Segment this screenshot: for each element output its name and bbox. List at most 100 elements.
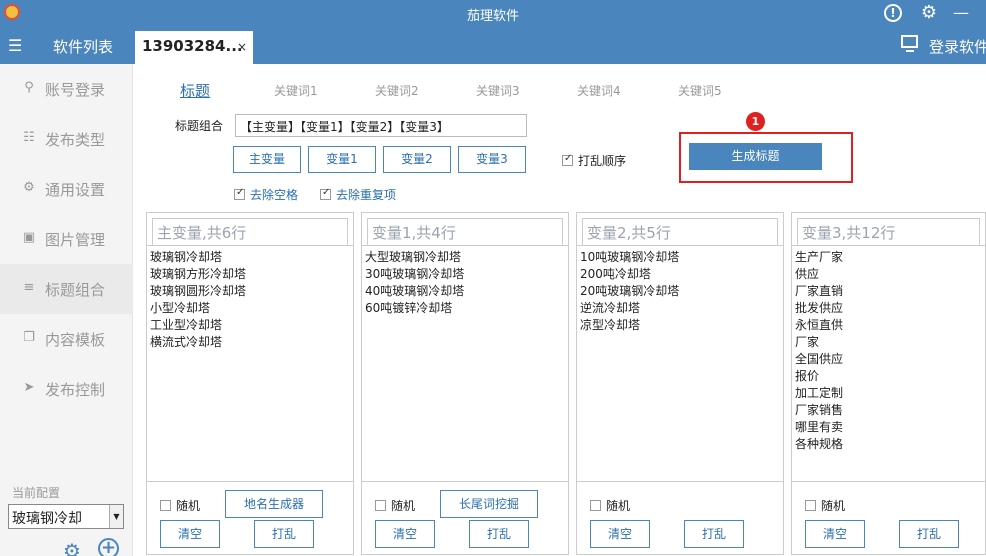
clear-button[interactable]: 清空 bbox=[805, 520, 865, 548]
insert-var3-button[interactable]: 变量3 bbox=[458, 146, 526, 173]
layers-icon: ≡ bbox=[23, 280, 35, 295]
panel-list[interactable]: 大型玻璃钢冷却塔 30吨玻璃钢冷却塔 40吨玻璃钢冷却塔 60吨镀锌冷却塔 bbox=[362, 245, 568, 482]
checkbox-box[interactable] bbox=[375, 500, 386, 511]
panel-list[interactable]: 生产厂家 供应 厂家直销 批发供应 永恒直供 厂家 全国供应 报价 加工定制 厂… bbox=[792, 245, 985, 482]
software-list-link[interactable]: 软件列表 bbox=[53, 36, 113, 57]
top-navbar: ☰ 软件列表 13903284... × 登录软件 bbox=[0, 27, 986, 64]
place-name-generator-button[interactable]: 地名生成器 bbox=[225, 490, 323, 518]
tab-account-label: 13903284... bbox=[142, 37, 243, 55]
list-item: 各种规格 bbox=[795, 437, 844, 451]
menu-icon[interactable]: ☰ bbox=[8, 36, 22, 55]
panel-header: 变量3,共12行 bbox=[797, 218, 980, 245]
panel-header: 主变量,共6行 bbox=[152, 218, 348, 245]
checkbox-box[interactable] bbox=[160, 500, 171, 511]
clear-button[interactable]: 清空 bbox=[590, 520, 650, 548]
list-item: 厂家 bbox=[795, 335, 820, 349]
sidebar-item-content-template[interactable]: ❐ 内容模板 bbox=[0, 314, 133, 364]
list-item: 凉型冷却塔 bbox=[580, 318, 641, 332]
minimize-icon[interactable]: — bbox=[950, 3, 972, 23]
tab-title[interactable]: 标题 bbox=[180, 80, 210, 101]
list-item: 哪里有卖 bbox=[795, 420, 844, 434]
close-icon[interactable]: × bbox=[237, 40, 247, 54]
random-checkbox[interactable]: 随机 bbox=[805, 497, 845, 514]
sidebar-item-label: 发布控制 bbox=[45, 381, 106, 399]
title-combo-input[interactable]: 【主变量】【变量1】【变量2】【变量3】 bbox=[235, 114, 527, 137]
tab-account[interactable]: 13903284... × bbox=[135, 31, 253, 64]
var1-panel: 变量1,共4行 大型玻璃钢冷却塔 30吨玻璃钢冷却塔 40吨玻璃钢冷却塔 60吨… bbox=[361, 212, 569, 555]
list-item: 批发供应 bbox=[795, 301, 844, 315]
sidebar-item-label: 图片管理 bbox=[45, 231, 106, 249]
checkbox-box[interactable] bbox=[805, 500, 816, 511]
panel-header: 变量2,共5行 bbox=[582, 218, 778, 245]
config-select-value: 玻璃钢冷却 bbox=[12, 511, 82, 527]
remove-space-checkbox[interactable]: 去除空格 bbox=[234, 186, 298, 203]
shuffle-order-label: 打乱顺序 bbox=[578, 154, 627, 168]
panel-list[interactable]: 10吨玻璃钢冷却塔 200吨冷却塔 20吨玻璃钢冷却塔 逆流冷却塔 凉型冷却塔 bbox=[577, 245, 783, 482]
checkbox-box[interactable] bbox=[320, 187, 331, 200]
list-icon: ☷ bbox=[23, 130, 35, 145]
sidebar-item-publish-type[interactable]: ☷ 发布类型 bbox=[0, 114, 133, 164]
tab-keyword-3[interactable]: 关键词3 bbox=[476, 82, 520, 99]
random-checkbox[interactable]: 随机 bbox=[590, 497, 630, 514]
insert-main-var-button[interactable]: 主变量 bbox=[233, 146, 301, 173]
generate-title-button[interactable]: 生成标题 bbox=[689, 143, 822, 170]
tab-keyword-1[interactable]: 关键词1 bbox=[274, 82, 318, 99]
clear-button[interactable]: 清空 bbox=[375, 520, 435, 548]
shuffle-order-checkbox[interactable]: 打乱顺序 bbox=[562, 152, 626, 169]
login-software-link[interactable]: 登录软件 bbox=[929, 36, 986, 57]
sidebar-item-image-management[interactable]: ▣ 图片管理 bbox=[0, 214, 133, 264]
shuffle-button[interactable]: 打乱 bbox=[254, 520, 314, 548]
info-icon[interactable]: ! bbox=[884, 4, 902, 22]
list-item: 报价 bbox=[795, 369, 820, 383]
random-checkbox[interactable]: 随机 bbox=[160, 497, 200, 514]
list-item: 工业型冷却塔 bbox=[150, 318, 223, 332]
random-checkbox[interactable]: 随机 bbox=[375, 497, 415, 514]
sidebar-item-general-settings[interactable]: ⚙ 通用设置 bbox=[0, 164, 133, 214]
random-label: 随机 bbox=[176, 499, 201, 513]
tab-keyword-2[interactable]: 关键词2 bbox=[375, 82, 419, 99]
sidebar-item-label: 内容模板 bbox=[45, 331, 106, 349]
step-badge: 1 bbox=[746, 112, 765, 131]
list-item: 30吨玻璃钢冷却塔 bbox=[365, 267, 465, 281]
random-label: 随机 bbox=[606, 499, 631, 513]
list-item: 200吨冷却塔 bbox=[580, 267, 651, 281]
settings-gear-icon[interactable]: ⚙ bbox=[918, 3, 940, 23]
var2-panel: 变量2,共5行 10吨玻璃钢冷却塔 200吨冷却塔 20吨玻璃钢冷却塔 逆流冷却… bbox=[576, 212, 784, 555]
checkbox-box[interactable] bbox=[590, 500, 601, 511]
window-titlebar: 茄理软件 ! ⚙ — bbox=[0, 0, 986, 27]
panel-header: 变量1,共4行 bbox=[367, 218, 563, 245]
clear-button[interactable]: 清空 bbox=[160, 520, 220, 548]
insert-var1-button[interactable]: 变量1 bbox=[308, 146, 376, 173]
insert-var2-button[interactable]: 变量2 bbox=[383, 146, 451, 173]
list-item: 60吨镀锌冷却塔 bbox=[365, 301, 453, 315]
app-title: 茄理软件 bbox=[466, 9, 519, 24]
sidebar-item-publish-control[interactable]: ➤ 发布控制 bbox=[0, 364, 133, 414]
long-tail-keyword-button[interactable]: 长尾词挖掘 bbox=[440, 490, 538, 518]
config-select[interactable]: 玻璃钢冷却 ▼ bbox=[8, 504, 124, 529]
send-icon: ➤ bbox=[23, 380, 35, 395]
list-item: 全国供应 bbox=[795, 352, 844, 366]
tab-keyword-4[interactable]: 关键词4 bbox=[577, 82, 621, 99]
shuffle-button[interactable]: 打乱 bbox=[684, 520, 744, 548]
panel-list[interactable]: 玻璃钢冷却塔 玻璃钢方形冷却塔 玻璃钢圆形冷却塔 小型冷却塔 工业型冷却塔 横流… bbox=[147, 245, 353, 482]
tab-keyword-5[interactable]: 关键词5 bbox=[678, 82, 722, 99]
image-icon: ▣ bbox=[22, 230, 36, 245]
checkbox-box[interactable] bbox=[234, 187, 245, 200]
sidebar-item-label: 通用设置 bbox=[45, 181, 106, 199]
list-item: 玻璃钢冷却塔 bbox=[150, 250, 223, 264]
gear-icon[interactable]: ⚙ bbox=[63, 539, 81, 556]
checkbox-box[interactable] bbox=[562, 153, 573, 166]
sidebar-item-title-combination[interactable]: ≡ 标题组合 bbox=[0, 264, 133, 314]
sidebar: ⚲ 账号登录 ☷ 发布类型 ⚙ 通用设置 ▣ 图片管理 ≡ 标题组合 ❐ 内容模… bbox=[0, 64, 133, 556]
dropdown-arrow-icon[interactable]: ▼ bbox=[109, 505, 123, 528]
remove-duplicate-checkbox[interactable]: 去除重复项 bbox=[320, 186, 396, 203]
random-label: 随机 bbox=[821, 499, 846, 513]
sidebar-item-label: 账号登录 bbox=[45, 81, 106, 99]
add-config-icon[interactable]: + bbox=[98, 538, 119, 556]
shuffle-button[interactable]: 打乱 bbox=[899, 520, 959, 548]
sidebar-item-account-login[interactable]: ⚲ 账号登录 bbox=[0, 64, 133, 114]
shuffle-button[interactable]: 打乱 bbox=[469, 520, 529, 548]
list-item: 横流式冷却塔 bbox=[150, 335, 223, 349]
sidebar-item-label: 标题组合 bbox=[45, 281, 106, 299]
list-item: 逆流冷却塔 bbox=[580, 301, 641, 315]
